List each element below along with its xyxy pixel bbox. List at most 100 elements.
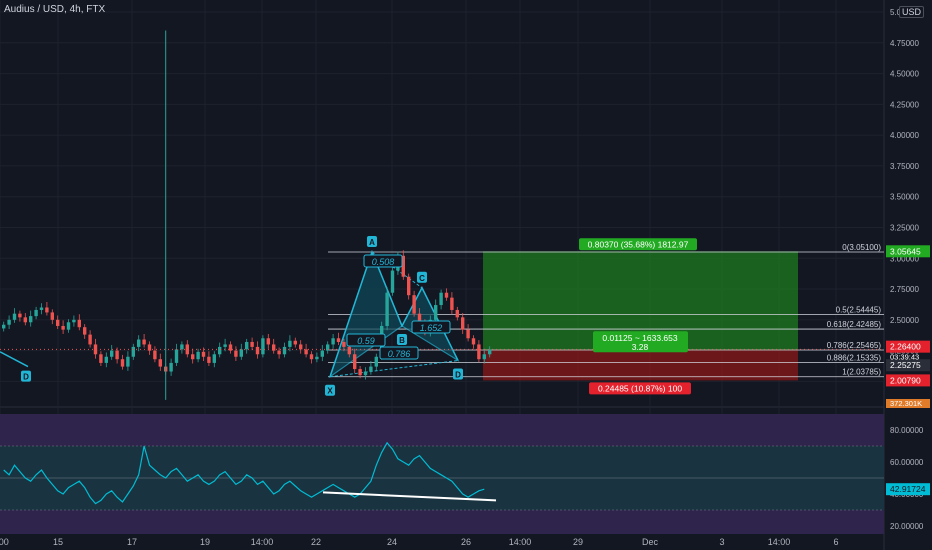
candle-body: [39, 307, 44, 310]
candle-body: [245, 341, 249, 350]
price-tick-label: 4.25000: [890, 100, 919, 109]
pattern-point-label: B: [399, 336, 405, 345]
candle-body: [131, 346, 135, 357]
rsi-oversold-band: [0, 510, 884, 534]
candle-body: [466, 329, 470, 339]
candle-body: [309, 354, 314, 360]
candle-body: [223, 344, 227, 347]
candle-body: [369, 366, 373, 372]
candle-body: [288, 340, 292, 347]
candle-body: [277, 350, 281, 355]
candle-body: [471, 338, 476, 345]
candle-body: [2, 324, 6, 329]
candle-body: [407, 276, 411, 296]
candle-body: [12, 313, 17, 320]
price-tick-label: 4.50000: [890, 70, 919, 79]
candle-body: [261, 338, 265, 355]
candle-body: [444, 292, 449, 298]
candle-body: [488, 349, 492, 355]
price-tick-label: 3.50000: [890, 193, 919, 202]
fib-level-label: 0.618(2.42485): [827, 320, 882, 329]
x-tick-label: 6: [833, 537, 838, 547]
candle-body: [304, 349, 308, 355]
candle-body: [239, 349, 243, 357]
price-badge-text: 2.25275: [890, 360, 921, 370]
x-tick-label: 15: [53, 537, 63, 547]
price-tick-label: 3.75000: [890, 162, 919, 171]
candle-body: [390, 270, 395, 293]
rsi-tick-label: 20.00000: [890, 522, 924, 531]
candle-body: [439, 292, 443, 306]
fib-level-label: 0.786(2.25465): [827, 341, 882, 350]
pattern-point-label: C: [419, 274, 425, 283]
candle-body: [358, 369, 362, 376]
price-badge-text: 3.05645: [890, 246, 921, 256]
ratio-label: 0.786: [388, 349, 411, 359]
fib-level-label: 0.5(2.54445): [836, 305, 882, 314]
candle-body: [191, 354, 195, 360]
candle-body: [218, 346, 222, 355]
x-tick-label: 24: [387, 537, 397, 547]
symbol-title: Audius / USD, 4h, FTX: [4, 4, 106, 15]
candle-body: [174, 349, 179, 363]
candle-body: [153, 350, 157, 360]
candle-body: [315, 356, 319, 360]
price-tick-label: 2.75000: [890, 285, 919, 294]
fib-level-label: 0.886(2.15335): [827, 353, 882, 362]
candle-body: [180, 344, 184, 350]
candle-body: [66, 322, 71, 330]
candle-body: [347, 346, 351, 355]
pattern-point-label: D: [23, 373, 29, 382]
candle-body: [212, 354, 216, 363]
volume-badge-text: 372.301K: [890, 399, 922, 408]
stop-zone: [483, 350, 798, 381]
candle-body: [29, 316, 33, 323]
fib-level-label: 1(2.03785): [842, 368, 881, 377]
candle-body: [482, 354, 486, 360]
candle-body: [450, 297, 454, 310]
x-tick-label: 19: [200, 537, 210, 547]
x-tick-label: 3: [719, 537, 724, 547]
entry-label-ratio: 3.28: [632, 342, 649, 352]
x-tick-label: 22: [311, 537, 321, 547]
candle-body: [455, 309, 459, 318]
pattern-point-label: X: [327, 387, 333, 396]
candle-body: [201, 351, 206, 357]
x-tick-label: 1:00: [0, 537, 9, 547]
candle-body: [477, 344, 481, 360]
x-tick-label: Dec: [642, 537, 659, 547]
candle-body: [282, 346, 287, 355]
currency-selector[interactable]: USD: [898, 6, 924, 18]
price-tick-label: 4.00000: [890, 131, 919, 140]
candle-body: [336, 338, 341, 342]
candle-body: [374, 356, 378, 367]
candle-body: [385, 292, 389, 326]
rsi-tick-label: 60.00000: [890, 458, 924, 467]
chart-canvas[interactable]: 1:00 15 17 19 14:00 22 24 26 14:00 29 Dec 3 14:00 6 0(…: [0, 0, 932, 550]
candle-body: [56, 319, 60, 326]
candle-body: [72, 319, 76, 323]
fib-level-label: 0(3.05100): [842, 243, 881, 252]
price-badge-text: 2.26400: [890, 342, 921, 352]
x-tick-label: 14:00: [251, 537, 274, 547]
candle-body: [255, 346, 260, 355]
candle-body: [99, 354, 103, 363]
candle-body: [207, 356, 211, 363]
candle-body: [342, 341, 346, 347]
candle-body: [18, 313, 22, 318]
candle-body: [88, 334, 92, 345]
x-tick-label: 29: [573, 537, 583, 547]
candle-body: [234, 350, 238, 357]
candle-body: [83, 327, 87, 335]
candle-body: [434, 305, 438, 320]
rsi-tick-label: 80.00000: [890, 426, 924, 435]
candle-body: [320, 350, 324, 357]
candle-body: [363, 371, 368, 376]
candle-body: [120, 359, 125, 367]
ratio-label: 0.508: [372, 257, 395, 267]
x-tick-label: 14:00: [509, 537, 532, 547]
candle-body: [353, 354, 357, 370]
candle-body: [412, 295, 416, 314]
x-tick-label: 26: [461, 537, 471, 547]
price-badge-text: 2.00790: [890, 375, 921, 385]
